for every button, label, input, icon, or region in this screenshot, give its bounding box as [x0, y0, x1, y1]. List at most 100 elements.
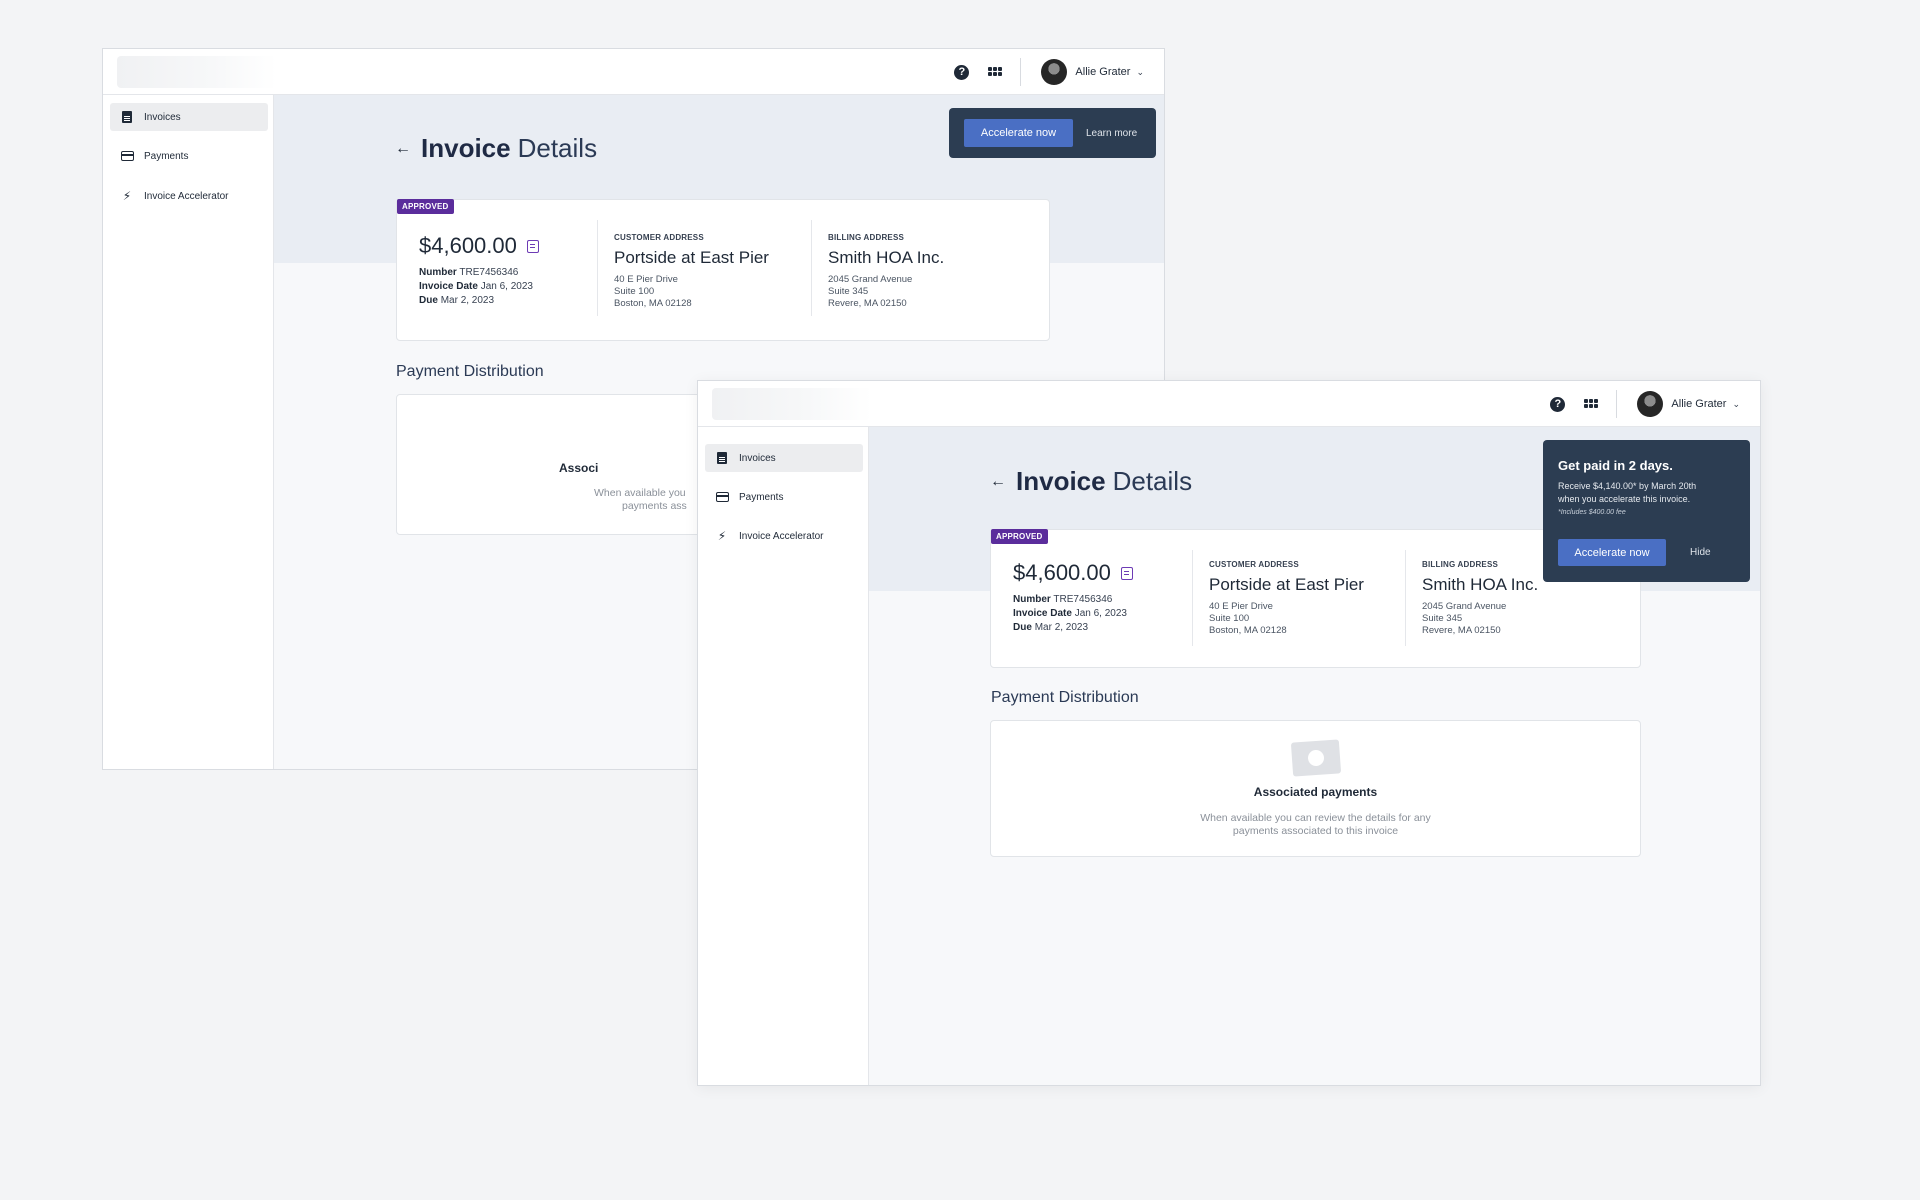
divider: [597, 220, 598, 316]
back-arrow-icon[interactable]: ←: [990, 473, 1006, 491]
billing-line-2: Suite 345: [828, 286, 869, 297]
customer-address: CUSTOMER ADDRESS Portside at East Pier 4…: [1209, 560, 1364, 637]
back-arrow-icon[interactable]: ←: [395, 140, 411, 158]
invoice-due-date: Mar 2, 2023: [1034, 622, 1089, 633]
sidebar-item-invoice-accelerator[interactable]: ⚡︎ Invoice Accelerator: [110, 182, 268, 210]
divider: [1020, 58, 1022, 86]
apps-grid-icon[interactable]: [1584, 399, 1599, 409]
billing-address: BILLING ADDRESS Smith HOA Inc. 2045 Gran…: [828, 233, 944, 310]
top-bar: ? Allie Grater ⌄: [698, 381, 1760, 427]
accelerate-banner: Accelerate now Learn more: [949, 108, 1156, 158]
logo: [712, 388, 872, 420]
sidebar-item-label: Invoice Accelerator: [739, 530, 824, 542]
invoice-summary-card: APPROVED $4,600.00 Number TRE7456346 Inv…: [396, 199, 1050, 341]
billing-line-3: Revere, MA 02150: [1422, 625, 1501, 636]
sidebar-item-invoices[interactable]: Invoices: [110, 103, 268, 131]
customer-line-3: Boston, MA 02128: [1209, 625, 1287, 636]
invoice-number: TRE7456346: [1053, 594, 1113, 605]
sidebar-item-label: Invoices: [739, 452, 776, 464]
due-label: Due: [1013, 622, 1032, 633]
associated-payments-text-2: payments associated to this invoice: [1232, 825, 1399, 837]
associated-payments-title: Associated payments: [1253, 785, 1378, 799]
customer-line-2: Suite 100: [1209, 613, 1250, 624]
invoice-meta: Number TRE7456346 Invoice Date Jan 6, 20…: [419, 266, 533, 308]
customer-line-1: 40 E Pier Drive: [1209, 601, 1273, 612]
sidebar-item-label: Payments: [739, 491, 784, 503]
apps-grid-icon[interactable]: [988, 67, 1003, 77]
customer-address-label: CUSTOMER ADDRESS: [1209, 560, 1299, 569]
help-circle-icon[interactable]: ?: [1550, 396, 1566, 412]
lightning-bolt-icon: ⚡︎: [717, 529, 727, 543]
associated-payments-text-1: When available you: [594, 487, 686, 499]
accelerate-now-button[interactable]: Accelerate now: [964, 119, 1073, 147]
credit-card-icon: [715, 492, 729, 502]
sidebar-item-invoices[interactable]: Invoices: [705, 444, 863, 472]
billing-name: Smith HOA Inc.: [1422, 575, 1539, 594]
number-label: Number: [1013, 594, 1051, 605]
payment-distribution-title: Payment Distribution: [396, 363, 544, 380]
page-title: ← Invoice Details: [990, 466, 1192, 497]
sidebar: Invoices Payments ⚡︎ Invoice Accelerator: [103, 95, 274, 769]
billing-line-3: Revere, MA 02150: [828, 298, 907, 309]
number-label: Number: [419, 267, 457, 278]
sidebar-item-invoice-accelerator[interactable]: ⚡︎ Invoice Accelerator: [705, 522, 863, 550]
invoice-number: TRE7456346: [459, 267, 519, 278]
top-bar: ? Allie Grater ⌄: [103, 49, 1164, 95]
sidebar-item-label: Invoice Accelerator: [144, 190, 229, 202]
customer-address: CUSTOMER ADDRESS Portside at East Pier 4…: [614, 233, 769, 310]
user-menu-name[interactable]: Allie Grater: [1075, 66, 1130, 78]
invoice-date: Jan 6, 2023: [480, 281, 533, 292]
invoice-due-date: Mar 2, 2023: [440, 295, 495, 306]
invoice-meta: Number TRE7456346 Invoice Date Jan 6, 20…: [1013, 593, 1127, 635]
billing-name: Smith HOA Inc.: [828, 248, 945, 267]
chevron-down-icon[interactable]: ⌄: [1732, 399, 1740, 410]
billing-line-2: Suite 345: [1422, 613, 1463, 624]
help-circle-icon[interactable]: ?: [954, 64, 970, 80]
billing-address: BILLING ADDRESS Smith HOA Inc. 2045 Gran…: [1422, 560, 1538, 637]
divider: [1405, 550, 1406, 646]
avatar[interactable]: [1637, 391, 1664, 417]
accelerate-promo-card: Get paid in 2 days. Receive $4,140.00* b…: [1543, 440, 1750, 582]
invoice-date: Jan 6, 2023: [1074, 608, 1127, 619]
hide-button[interactable]: Hide: [1690, 547, 1711, 558]
invoice-amount: $4,600.00: [1013, 560, 1111, 585]
billing-line-1: 2045 Grand Avenue: [828, 274, 913, 285]
cash-icon: [1290, 739, 1341, 777]
page-title-light: Details: [1112, 466, 1193, 496]
billing-address-label: BILLING ADDRESS: [1422, 560, 1499, 569]
sidebar-item-payments[interactable]: Payments: [705, 483, 863, 511]
customer-address-label: CUSTOMER ADDRESS: [614, 233, 704, 242]
promo-body-line-2: when you accelerate this invoice.: [1558, 494, 1691, 504]
billing-line-1: 2045 Grand Avenue: [1422, 601, 1507, 612]
invoice-amount: $4,600.00: [419, 233, 517, 258]
page-title: ← Invoice Details: [395, 133, 597, 164]
date-label: Invoice Date: [1013, 608, 1072, 619]
sidebar: Invoices Payments ⚡︎ Invoice Accelerator: [698, 427, 869, 1085]
billing-address-label: BILLING ADDRESS: [828, 233, 905, 242]
promo-body-line-1: Receive $4,140.00* by March 20th: [1558, 481, 1697, 491]
divider: [1616, 390, 1618, 418]
accelerate-now-button[interactable]: Accelerate now: [1558, 539, 1666, 566]
date-label: Invoice Date: [419, 281, 478, 292]
credit-card-icon: [120, 151, 134, 161]
status-badge: APPROVED: [397, 199, 454, 214]
divider: [1192, 550, 1193, 646]
promo-body: Receive $4,140.00* by March 20th when yo…: [1558, 480, 1733, 506]
avatar[interactable]: [1041, 59, 1068, 85]
logo: [117, 56, 277, 88]
chevron-down-icon[interactable]: ⌄: [1136, 67, 1144, 78]
pdf-document-icon[interactable]: [526, 239, 539, 253]
user-menu-name[interactable]: Allie Grater: [1671, 398, 1726, 410]
associated-payments-title: Associ: [559, 461, 599, 475]
learn-more-link[interactable]: Learn more: [1086, 128, 1137, 139]
customer-line-1: 40 E Pier Drive: [614, 274, 678, 285]
invoice-window-popover-variant: ? Allie Grater ⌄ Invoices Payments ⚡︎ In…: [697, 380, 1761, 1086]
document-icon: [717, 452, 727, 464]
sidebar-item-label: Invoices: [144, 111, 181, 123]
pdf-document-icon[interactable]: [1120, 566, 1133, 580]
payment-distribution-card: Associated payments When available you c…: [990, 720, 1641, 857]
page-title-light: Details: [517, 133, 598, 163]
payment-distribution-title: Payment Distribution: [991, 689, 1139, 706]
page-title-bold: Invoice: [1016, 466, 1106, 496]
sidebar-item-payments[interactable]: Payments: [110, 142, 268, 170]
